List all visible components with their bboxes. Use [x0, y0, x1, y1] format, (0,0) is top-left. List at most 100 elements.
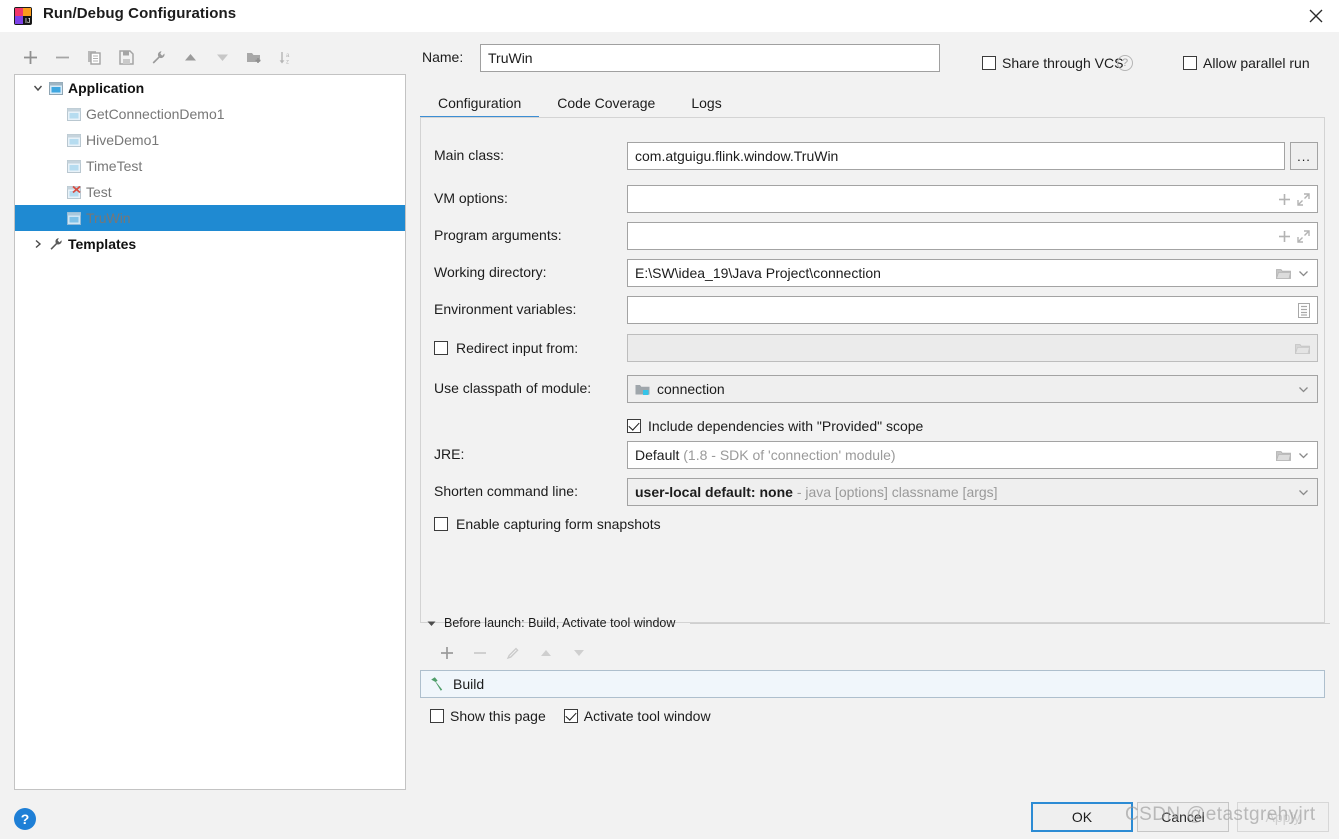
jre-adornments[interactable] [1269, 449, 1317, 462]
new-folder-icon[interactable] [238, 44, 270, 70]
tree-node-label: TimeTest [86, 158, 143, 174]
add-task-button[interactable] [430, 640, 463, 666]
move-up-button[interactable] [174, 44, 206, 70]
before-launch-section: Before launch: Build, Activate tool wind… [420, 610, 1330, 790]
wrench-icon [47, 235, 65, 253]
svg-text:IJ: IJ [25, 18, 30, 25]
jre-label: JRE: [434, 446, 465, 462]
working-directory-adornments[interactable] [1269, 267, 1317, 280]
main-class-input[interactable]: com.atguigu.flink.window.TruWin [627, 142, 1285, 170]
name-input[interactable] [480, 44, 940, 72]
title-bar: IJ Run/Debug Configurations [0, 0, 1339, 32]
share-through-vcs-checkbox[interactable]: Share through VCS [982, 55, 1123, 71]
include-provided-scope-label: Include dependencies with "Provided" sco… [648, 418, 924, 434]
folder-icon [1276, 268, 1291, 279]
redirect-input-browse-button[interactable] [1288, 342, 1317, 355]
vm-options-input[interactable] [627, 185, 1318, 213]
tree-node-label: Application [68, 80, 145, 96]
vcs-help-icon[interactable]: ? [1117, 55, 1133, 71]
use-classpath-of-module-combobox[interactable]: connection [627, 375, 1318, 403]
allow-parallel-run-label: Allow parallel run [1203, 55, 1310, 71]
triangle-down-icon[interactable] [426, 618, 437, 629]
redirect-input-field[interactable] [627, 334, 1318, 362]
redirect-input-checkbox[interactable]: Redirect input from: [434, 340, 578, 356]
chevron-down-icon[interactable] [29, 79, 47, 97]
configuration-tabs: Configuration Code Coverage Logs [420, 86, 1325, 119]
tree-node-test[interactable]: Test [15, 179, 405, 205]
run-debug-configurations-dialog: IJ Run/Debug Configurations a z Applicat… [0, 0, 1339, 839]
use-classpath-dropdown-arrow[interactable] [1290, 383, 1317, 396]
tree-node-getconnectiondemo1[interactable]: GetConnectionDemo1 [15, 101, 405, 127]
chevron-down-icon [1299, 489, 1308, 495]
include-provided-scope-checkbox[interactable]: Include dependencies with "Provided" sco… [627, 418, 923, 434]
tree-node-truwin[interactable]: TruWin [15, 205, 405, 231]
program-arguments-input[interactable] [627, 222, 1318, 250]
tree-node-label: GetConnectionDemo1 [86, 106, 225, 122]
copy-configuration-icon[interactable] [78, 44, 110, 70]
vm-options-adornments[interactable] [1271, 192, 1317, 206]
shorten-command-line-hint: - java [options] classname [args] [796, 484, 998, 500]
move-task-down-button[interactable] [562, 640, 595, 666]
sort-az-icon[interactable]: a z [270, 44, 302, 70]
working-directory-row: Working directory: E:\SW\idea_19\Java Pr… [421, 259, 1326, 287]
checkbox-box[interactable] [563, 709, 578, 723]
pencil-icon[interactable] [496, 640, 529, 666]
environment-variables-row: Environment variables: [421, 296, 1326, 324]
shorten-command-line-combobox[interactable]: user-local default: none - java [options… [627, 478, 1318, 506]
enable-form-snapshots-checkbox[interactable]: Enable capturing form snapshots [434, 516, 661, 532]
ok-button[interactable]: OK [1031, 802, 1133, 832]
main-class-label: Main class: [434, 147, 505, 163]
remove-configuration-button[interactable] [46, 44, 78, 70]
activate-tool-window-checkbox[interactable]: Activate tool window [563, 708, 711, 724]
tab-code-coverage[interactable]: Code Coverage [539, 88, 673, 118]
before-launch-header[interactable]: Before launch: Build, Activate tool wind… [426, 616, 1330, 630]
tree-node-timetest[interactable]: TimeTest [15, 153, 405, 179]
jre-hint: (1.8 - SDK of 'connection' module) [683, 447, 896, 463]
working-directory-input[interactable]: E:\SW\idea_19\Java Project\connection [627, 259, 1318, 287]
wrench-icon[interactable] [142, 44, 174, 70]
plus-icon [1279, 230, 1290, 242]
enable-form-snapshots-label: Enable capturing form snapshots [456, 516, 661, 532]
cancel-button[interactable]: Cancel [1137, 802, 1229, 832]
tab-configuration[interactable]: Configuration [420, 88, 540, 119]
chevron-right-icon[interactable] [29, 235, 47, 253]
tab-logs[interactable]: Logs [673, 88, 739, 118]
tree-node-application[interactable]: Application [15, 75, 405, 101]
tree-node-hivedemo1[interactable]: HiveDemo1 [15, 127, 405, 153]
environment-variables-editor-button[interactable] [1291, 302, 1317, 318]
program-arguments-adornments[interactable] [1271, 229, 1317, 243]
checkbox-box[interactable] [627, 419, 641, 433]
checkbox-box[interactable] [982, 56, 996, 70]
environment-variables-input[interactable] [627, 296, 1318, 324]
move-task-up-button[interactable] [529, 640, 562, 666]
checkbox-box[interactable] [434, 341, 448, 355]
checkbox-box[interactable] [1183, 56, 1197, 70]
move-down-button[interactable] [206, 44, 238, 70]
tree-node-templates[interactable]: Templates [15, 231, 405, 257]
working-directory-value: E:\SW\idea_19\Java Project\connection [635, 265, 881, 281]
show-this-page-checkbox[interactable]: Show this page [430, 708, 546, 724]
allow-parallel-run-checkbox[interactable]: Allow parallel run [1183, 55, 1310, 71]
chevron-down-icon [1299, 386, 1308, 392]
main-class-browse-button[interactable]: ... [1290, 142, 1318, 170]
remove-task-button[interactable] [463, 640, 496, 666]
checkbox-box[interactable] [434, 517, 448, 531]
before-launch-task-list[interactable]: Build [420, 670, 1325, 698]
working-directory-label: Working directory: [434, 264, 547, 280]
add-configuration-button[interactable] [14, 44, 46, 70]
configurations-tree[interactable]: Application GetConnectionDemo1 HiveDemo1… [14, 74, 406, 790]
shorten-command-line-dropdown-arrow[interactable] [1290, 486, 1317, 499]
help-circle-icon[interactable]: ? [14, 808, 36, 830]
application-icon [65, 105, 83, 123]
checkbox-box[interactable] [430, 709, 444, 723]
environment-variables-label: Environment variables: [434, 301, 577, 317]
close-icon[interactable] [1293, 0, 1339, 32]
tree-node-label: HiveDemo1 [86, 132, 160, 148]
save-configuration-icon[interactable] [110, 44, 142, 70]
jre-combobox[interactable]: Default (1.8 - SDK of 'connection' modul… [627, 441, 1318, 469]
before-launch-options: Show this page Activate tool window [430, 708, 711, 724]
list-editor-icon [1298, 302, 1310, 318]
apply-button[interactable]: Apply [1237, 802, 1329, 832]
application-error-icon [65, 183, 83, 201]
redirect-input-row: Redirect input from: [421, 334, 1326, 362]
